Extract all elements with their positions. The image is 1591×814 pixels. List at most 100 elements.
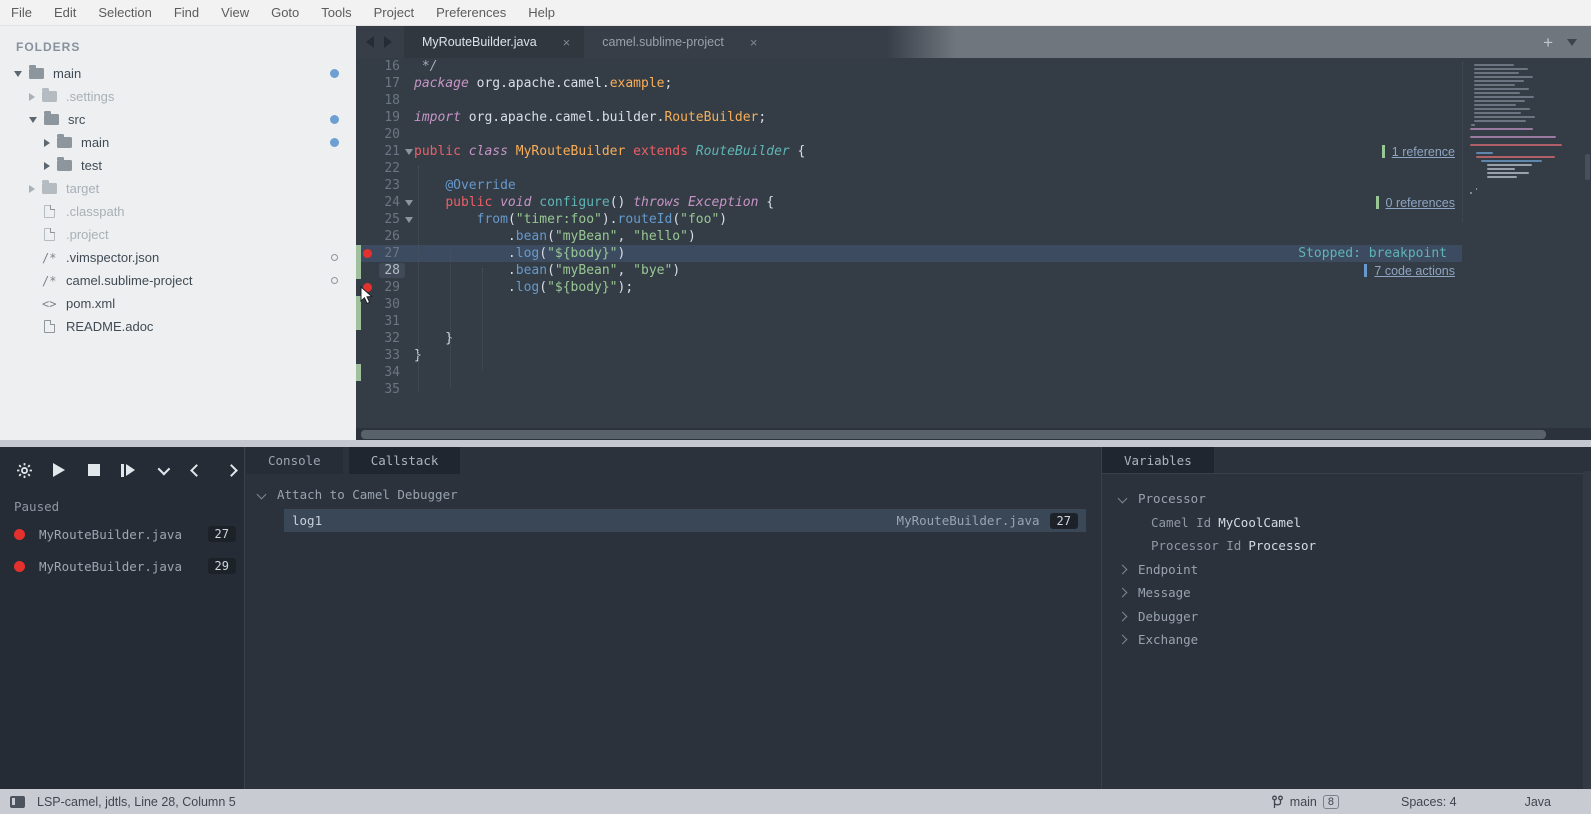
code-line-17[interactable]: 17package org.apache.camel.example;	[356, 75, 1591, 92]
variable-row[interactable]: Processor IdProcessor	[1102, 534, 1591, 558]
horizontal-scrollbar[interactable]	[361, 430, 1546, 439]
chevron-right-icon[interactable]	[44, 162, 50, 170]
sidebar-item--settings[interactable]: .settings	[0, 85, 356, 108]
chevron-right-icon[interactable]	[29, 185, 35, 193]
chevron-right-icon[interactable]	[1118, 635, 1128, 645]
fold-arrow-icon[interactable]	[405, 200, 413, 206]
chevron-right-icon[interactable]	[219, 458, 244, 482]
tab-overflow-icon[interactable]	[1567, 39, 1577, 46]
tab-scroll-left-icon[interactable]	[366, 36, 374, 48]
tab-myroutebuilder-java[interactable]: MyRouteBuilder.java×	[404, 26, 584, 58]
chevron-down-icon[interactable]	[150, 458, 175, 482]
sidebar-item--project[interactable]: .project	[0, 223, 356, 246]
menu-item-preferences[interactable]: Preferences	[425, 0, 517, 26]
variable-group-endpoint[interactable]: Endpoint	[1102, 558, 1591, 582]
code-line-22[interactable]: 22	[356, 160, 1591, 177]
code-line-23[interactable]: 23 @Override	[356, 177, 1591, 194]
sidebar-item-readme-adoc[interactable]: README.adoc	[0, 315, 356, 338]
tab-scroll-right-icon[interactable]	[384, 36, 392, 48]
step-over-icon[interactable]	[115, 458, 140, 482]
variable-group-message[interactable]: Message	[1102, 581, 1591, 605]
menu-item-goto[interactable]: Goto	[260, 0, 310, 26]
sidebar-item-target[interactable]: target	[0, 177, 356, 200]
chevron-right-icon[interactable]	[1118, 564, 1128, 574]
menu-item-view[interactable]: View	[210, 0, 260, 26]
menu-item-file[interactable]: File	[0, 0, 43, 26]
chevron-down-icon[interactable]	[1118, 494, 1128, 504]
variables-scrollbar[interactable]	[1583, 471, 1591, 789]
code-line-29[interactable]: 29 .log("${body}");	[356, 279, 1591, 296]
variable-row[interactable]: Camel IdMyCoolCamel	[1102, 511, 1591, 535]
sidebar-item--vimspector-json[interactable]: /*.vimspector.json	[0, 246, 356, 269]
play-icon[interactable]	[46, 458, 71, 482]
sidebar-item-test[interactable]: test	[0, 154, 356, 177]
chevron-right-icon[interactable]	[29, 93, 35, 101]
menu-item-tools[interactable]: Tools	[310, 0, 362, 26]
minimap[interactable]	[1462, 62, 1578, 222]
sidebar-item--classpath[interactable]: .classpath	[0, 200, 356, 223]
indent-setting[interactable]: Spaces: 4	[1401, 795, 1457, 809]
annotation-link[interactable]: 7 code actions	[1374, 264, 1455, 278]
new-tab-icon[interactable]: +	[1543, 34, 1553, 51]
chevron-right-icon[interactable]	[1118, 588, 1128, 598]
panel-switcher-icon[interactable]	[10, 796, 25, 808]
tab-camel-sublime-project[interactable]: camel.sublime-project×	[584, 26, 771, 58]
close-icon[interactable]: ×	[750, 35, 758, 50]
tab-callstack[interactable]: Callstack	[349, 447, 461, 474]
breakpoint-row[interactable]: MyRouteBuilder.java27	[14, 522, 236, 546]
variable-group-exchange[interactable]: Exchange	[1102, 628, 1591, 652]
sidebar-item-pom-xml[interactable]: <>pom.xml	[0, 292, 356, 315]
language-mode[interactable]: Java	[1525, 795, 1551, 809]
code-line-24[interactable]: 24 public void configure() throws Except…	[356, 194, 1591, 211]
code-line-28[interactable]: 28 .bean("myBean", "bye")7 code actions	[356, 262, 1591, 279]
markup-file-icon: <>	[42, 297, 58, 311]
vertical-scrollbar[interactable]	[1585, 154, 1590, 180]
code-line-26[interactable]: 26 .bean("myBean", "hello")	[356, 228, 1591, 245]
chevron-right-icon[interactable]	[44, 139, 50, 147]
panel-divider[interactable]	[0, 440, 1591, 447]
code-line-32[interactable]: 32 }	[356, 330, 1591, 347]
thread-row[interactable]: Attach to Camel Debugger	[258, 487, 1100, 502]
chevron-down-icon[interactable]	[14, 71, 22, 77]
code-editor[interactable]: 16 */17package org.apache.camel.example;…	[356, 58, 1591, 428]
chevron-left-icon[interactable]	[184, 458, 209, 482]
code-line-21[interactable]: 21public class MyRouteBuilder extends Ro…	[356, 143, 1591, 160]
menu-item-project[interactable]: Project	[363, 0, 425, 26]
chevron-right-icon[interactable]	[1118, 611, 1128, 621]
close-icon[interactable]: ×	[563, 35, 571, 50]
gear-icon[interactable]	[12, 458, 37, 482]
menu-item-find[interactable]: Find	[163, 0, 210, 26]
code-line-16[interactable]: 16 */	[356, 58, 1591, 75]
tab-console[interactable]: Console	[246, 447, 343, 474]
variable-group-debugger[interactable]: Debugger	[1102, 605, 1591, 629]
menu-item-edit[interactable]: Edit	[43, 0, 87, 26]
annotation-link[interactable]: 0 references	[1386, 196, 1455, 210]
menu-item-selection[interactable]: Selection	[87, 0, 162, 26]
code-line-33[interactable]: 33}	[356, 347, 1591, 364]
sidebar-item-src[interactable]: src	[0, 108, 356, 131]
code-line-25[interactable]: 25 from("timer:foo").routeId("foo")	[356, 211, 1591, 228]
git-branch-segment[interactable]: main 8	[1271, 795, 1339, 809]
sidebar-item-main[interactable]: main	[0, 131, 356, 154]
tab-variables[interactable]: Variables	[1102, 447, 1214, 473]
menu-item-help[interactable]: Help	[517, 0, 566, 26]
code-line-27[interactable]: 27 .log("${body}")Stopped: breakpoint	[356, 245, 1591, 262]
code-line-31[interactable]: 31	[356, 313, 1591, 330]
annotation-link[interactable]: 1 reference	[1392, 145, 1455, 159]
chevron-down-icon[interactable]	[29, 117, 37, 123]
callstack-frame-row[interactable]: log1MyRouteBuilder.java27	[284, 509, 1086, 532]
fold-arrow-icon[interactable]	[405, 217, 413, 223]
stop-icon[interactable]	[81, 458, 106, 482]
sidebar-item-main[interactable]: main	[0, 62, 356, 85]
sidebar-item-camel-sublime-project[interactable]: /*camel.sublime-project	[0, 269, 356, 292]
code-line-18[interactable]: 18	[356, 92, 1591, 109]
breakpoint-row[interactable]: MyRouteBuilder.java29	[14, 554, 236, 578]
fold-arrow-icon[interactable]	[405, 149, 413, 155]
code-line-30[interactable]: 30	[356, 296, 1591, 313]
code-line-34[interactable]: 34	[356, 364, 1591, 381]
breakpoint-dot[interactable]	[363, 249, 372, 258]
variable-group-processor[interactable]: Processor	[1102, 487, 1591, 511]
code-line-20[interactable]: 20	[356, 126, 1591, 143]
code-line-35[interactable]: 35	[356, 381, 1591, 398]
code-line-19[interactable]: 19import org.apache.camel.builder.RouteB…	[356, 109, 1591, 126]
